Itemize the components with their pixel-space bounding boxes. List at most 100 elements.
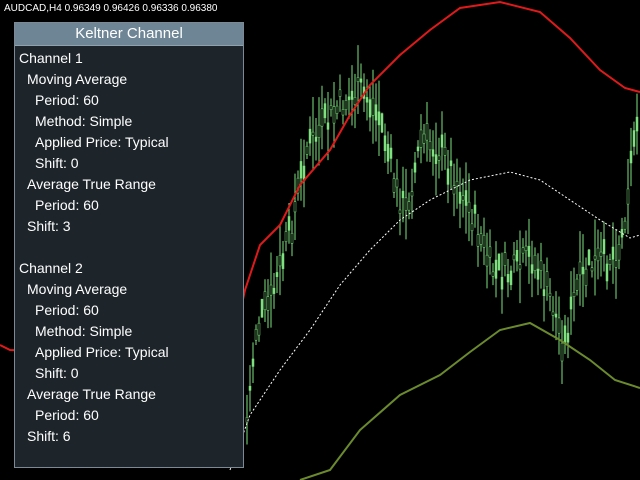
candle-body (536, 268, 540, 280)
candle-body (293, 201, 297, 213)
candle-body (386, 143, 390, 162)
channel2-ma-shift: Shift: 0 (35, 365, 79, 381)
candle-body (623, 220, 627, 230)
candle-body (617, 244, 621, 261)
candle-body (368, 99, 372, 118)
candle-body (437, 155, 441, 161)
candle-body (509, 270, 513, 286)
candle-body (332, 106, 336, 124)
candle-body (440, 134, 444, 148)
candle-body (449, 160, 453, 167)
candle-body (548, 292, 552, 297)
candle-body (542, 289, 546, 297)
channel1-ma-method: Method: Simple (35, 113, 133, 129)
candle-body (350, 90, 354, 100)
candle-body (314, 136, 318, 142)
candle-body (392, 178, 396, 193)
candle-body (410, 191, 414, 197)
candle-body (326, 122, 330, 130)
candle-body (584, 268, 588, 286)
channel2-ma-method: Method: Simple (35, 323, 133, 339)
candle-body (533, 254, 537, 271)
candle-body (551, 311, 555, 316)
keltner-middle-line (229, 171, 640, 471)
candle-body (281, 253, 285, 269)
candle-body (488, 246, 492, 258)
candle-body (458, 191, 462, 204)
channel2-ma-price: Applied Price: Typical (35, 344, 169, 360)
candle-body (518, 264, 522, 270)
panel-title: Keltner Channel (15, 23, 243, 46)
candle-body (359, 78, 363, 83)
candle-body (248, 385, 252, 391)
channel1-ma-title: Moving Average (27, 71, 128, 87)
candle-body (416, 146, 420, 152)
candle-body (557, 317, 561, 334)
candle-body (470, 223, 474, 232)
candle-body (614, 260, 618, 268)
candle-body (275, 272, 279, 277)
channel1-title: Channel 1 (19, 50, 83, 66)
keltner-channel-panel: Keltner Channel Channel 1 Moving Average… (14, 22, 244, 468)
candle-body (479, 233, 483, 245)
candle-body (593, 255, 597, 260)
panel-body: Channel 1 Moving Average Period: 60 Meth… (15, 46, 243, 447)
channel1-ma-period: Period: 60 (35, 92, 99, 108)
candle-body (353, 97, 357, 105)
candle-body (608, 259, 612, 265)
candle-body (434, 154, 438, 164)
candle-body (419, 129, 423, 148)
candle-body (500, 276, 504, 290)
candle-body (323, 103, 327, 119)
candle-body (254, 328, 258, 341)
candle-body (578, 261, 582, 276)
candle-body (269, 284, 273, 296)
candle-body (407, 201, 411, 211)
candle-body (545, 271, 549, 287)
candle-body (299, 161, 303, 179)
candle-body (428, 141, 432, 151)
candle-body (266, 296, 270, 311)
keltner-lower-band (299, 321, 640, 480)
candle-body (290, 233, 294, 244)
candle-body (317, 124, 321, 138)
candle-body (422, 133, 426, 144)
candle-body (560, 342, 564, 362)
candle-body (491, 271, 495, 277)
candle-body (365, 97, 369, 103)
candle-body (431, 149, 435, 157)
candle-body (452, 185, 456, 195)
candle-body (308, 128, 312, 144)
candle-body (464, 190, 468, 206)
candle-body (263, 291, 267, 311)
candle-body (575, 278, 579, 291)
channel1-ma-price: Applied Price: Typical (35, 134, 169, 150)
candle-body (554, 313, 558, 318)
candle-body (446, 168, 450, 185)
candle-body (380, 113, 384, 133)
candle-body (539, 260, 543, 271)
candle-body (563, 325, 567, 344)
candle-body (473, 204, 477, 214)
candle-body (632, 130, 636, 147)
candle-body (515, 249, 519, 262)
candle-body (389, 147, 393, 159)
candle-body (311, 131, 315, 136)
candle-body (461, 195, 465, 201)
candle-body (284, 231, 288, 242)
candle-body (404, 197, 408, 211)
candle-body (497, 253, 501, 271)
candle-body (344, 99, 348, 110)
candle-body (611, 246, 615, 260)
candle-body (572, 292, 576, 298)
candle-body (530, 264, 534, 274)
channel2-shift: Shift: 6 (27, 428, 71, 444)
candle-body (398, 209, 402, 214)
candle-body (347, 96, 351, 101)
candle-body (245, 417, 249, 423)
candle-body (272, 287, 276, 294)
candle-body (566, 332, 570, 343)
candle-body (371, 97, 375, 116)
candle-body (503, 252, 507, 266)
candle-body (494, 259, 498, 279)
